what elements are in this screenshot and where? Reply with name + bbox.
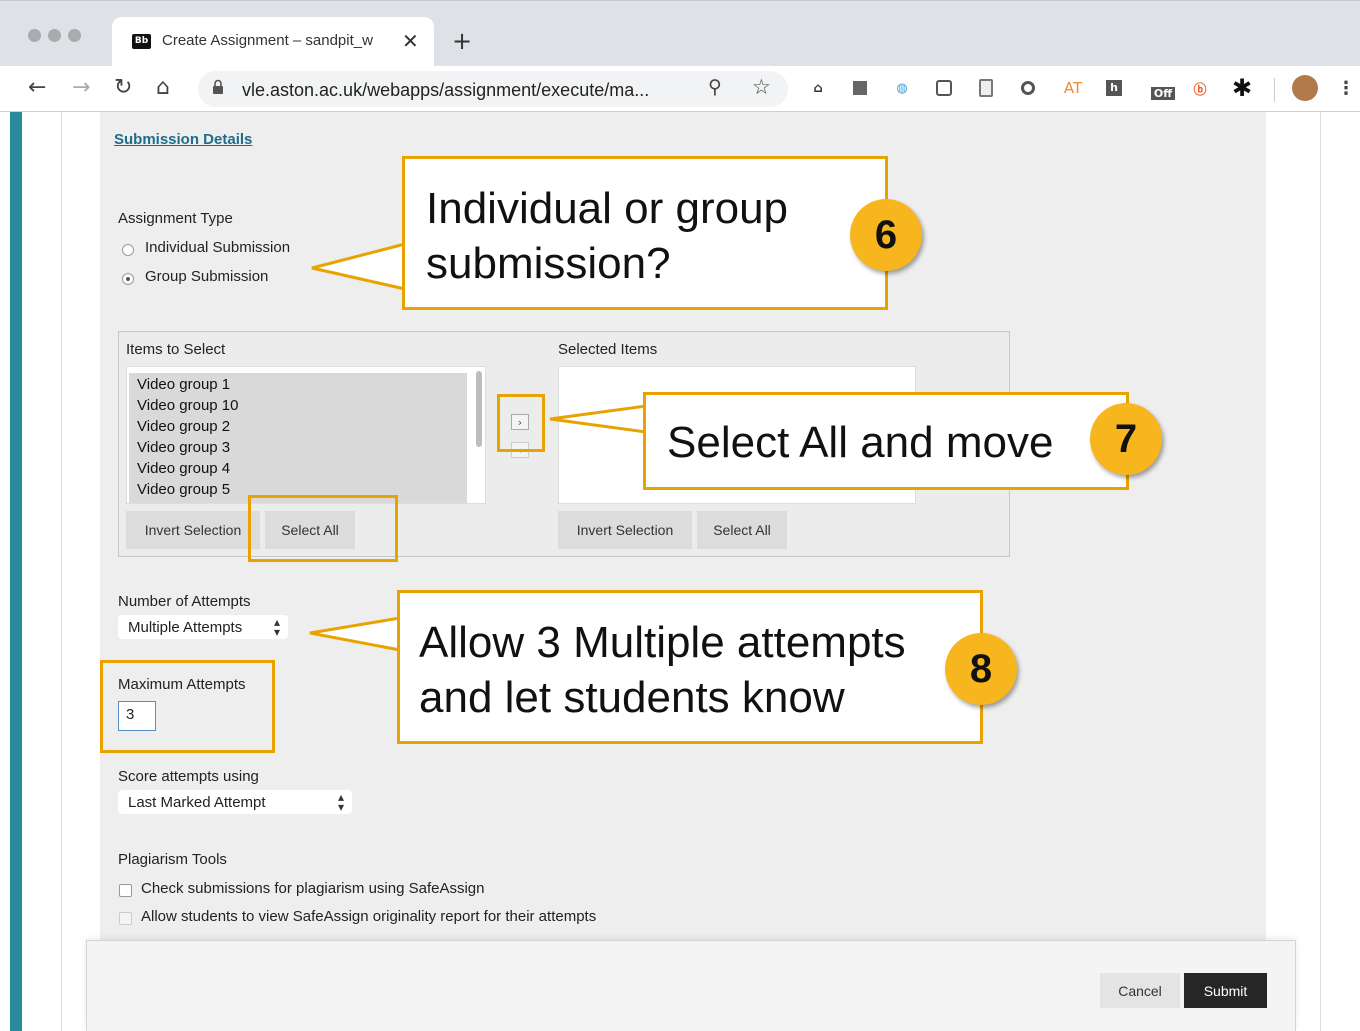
window-maximize-control[interactable] (68, 29, 81, 42)
address-bar[interactable]: vle.aston.ac.uk/webapps/assignment/execu… (198, 71, 788, 107)
callout-select-all: Select All and move (643, 392, 1129, 490)
window-minimize-control[interactable] (48, 29, 61, 42)
safeassign-report-label: Allow students to view SafeAssign origin… (141, 908, 597, 925)
browser-toolbar: ← → ↻ ⌂ vle.aston.ac.uk/webapps/assignme… (0, 66, 1360, 112)
left-margin (22, 112, 62, 1031)
zoom-icon[interactable]: ⚲ (708, 76, 722, 98)
list-item[interactable]: Video group 10 (137, 397, 238, 414)
score-attempts-label: Score attempts using (118, 768, 259, 785)
submission-details-link[interactable]: Submission Details (114, 131, 252, 148)
b-icon[interactable]: ⓑ (1190, 78, 1210, 98)
cancel-button[interactable]: Cancel (1100, 973, 1180, 1008)
back-icon[interactable]: ← (28, 74, 46, 102)
reload-icon[interactable]: ↻ (114, 74, 132, 102)
left-accent-stripe (10, 112, 22, 1031)
group-submission-radio[interactable] (122, 273, 134, 285)
plagiarism-tools-label: Plagiarism Tools (118, 851, 227, 868)
browser-tab[interactable]: Bb Create Assignment – sandpit_w ✕ (112, 17, 434, 67)
assignment-type-label: Assignment Type (118, 210, 233, 227)
circle-icon[interactable] (1018, 78, 1038, 98)
url-text: vle.aston.ac.uk/webapps/assignment/execu… (242, 80, 650, 100)
list-item[interactable]: Video group 2 (137, 418, 230, 435)
step-6-badge: 6 (850, 199, 922, 271)
individual-submission-radio[interactable] (122, 244, 134, 256)
move-button-highlight (497, 394, 545, 452)
right-margin (1320, 112, 1360, 1031)
number-of-attempts-label: Number of Attempts (118, 593, 251, 610)
new-tab-button[interactable]: + (452, 27, 472, 55)
tab-title: Create Assignment – sandpit_w (162, 32, 373, 49)
callout-assignment-type: Individual or group submission? (402, 156, 888, 310)
forward-icon[interactable]: → (72, 74, 90, 102)
list-scrollbar[interactable] (476, 371, 482, 447)
toolbar-divider (1274, 78, 1275, 102)
list-item[interactable]: Video group 4 (137, 460, 230, 477)
callout-8-line-1: Allow 3 Multiple attempts (419, 618, 906, 667)
safeassign-report-checkbox[interactable] (119, 912, 132, 925)
select-caret-icon: ▴ ▾ (337, 790, 344, 814)
callout-7-text: Select All and move (667, 418, 1054, 467)
library-icon[interactable]: ⌂ (808, 78, 828, 98)
step-8-badge: 8 (945, 633, 1017, 705)
select-caret-icon: ▴ ▾ (273, 615, 280, 639)
items-to-select-label: Items to Select (126, 341, 226, 358)
asterisk-icon[interactable]: ✱ (1232, 74, 1252, 102)
invert-selection-right-button[interactable]: Invert Selection (558, 511, 692, 549)
home-icon[interactable]: ⌂ (156, 74, 170, 102)
off-label: Off (1150, 86, 1176, 100)
list-item[interactable]: Video group 5 (137, 481, 230, 498)
h-icon[interactable]: h (1104, 78, 1124, 98)
profile-avatar[interactable] (1292, 75, 1318, 101)
callout-attempts: Allow 3 Multiple attempts and let studen… (397, 590, 983, 744)
list-item[interactable]: Video group 1 (137, 376, 230, 393)
selected-items-label: Selected Items (558, 341, 658, 358)
blackboard-favicon-icon: Bb (132, 34, 151, 49)
at-icon[interactable]: AT (1060, 78, 1086, 98)
invert-selection-left-button[interactable]: Invert Selection (126, 511, 260, 549)
tab-close-icon[interactable]: ✕ (402, 29, 419, 53)
score-attempts-select[interactable]: Last Marked Attempt ▴ ▾ (118, 790, 352, 814)
safeassign-check-label: Check submissions for plagiarism using S… (141, 880, 485, 897)
number-of-attempts-value: Multiple Attempts (128, 618, 243, 636)
page-icon[interactable] (976, 78, 996, 98)
browser-tab-bar: Bb Create Assignment – sandpit_w ✕ + (0, 0, 1360, 67)
submit-button[interactable]: Submit (1184, 973, 1267, 1008)
individual-submission-label: Individual Submission (145, 239, 291, 256)
callout-8-line-2: and let students know (419, 673, 845, 722)
window-close-control[interactable] (28, 29, 41, 42)
select-all-highlight (248, 495, 398, 562)
items-to-select-list[interactable]: Video group 1 Video group 10 Video group… (126, 366, 486, 504)
menu-dots-icon[interactable]: ⋮ (1336, 78, 1356, 99)
step-7-badge: 7 (1090, 403, 1162, 475)
select-all-right-button[interactable]: Select All (697, 511, 787, 549)
off-icon[interactable]: Off (1148, 78, 1178, 100)
globe-icon[interactable]: ◍ (892, 78, 912, 98)
safeassign-check-checkbox[interactable] (119, 884, 132, 897)
number-of-attempts-select[interactable]: Multiple Attempts ▴ ▾ (118, 615, 288, 639)
list-item[interactable]: Video group 3 (137, 439, 230, 456)
callout-6-line-2: submission? (426, 239, 671, 288)
group-submission-label: Group Submission (145, 268, 269, 285)
lock-icon (213, 79, 223, 94)
lightbulb-icon[interactable] (934, 78, 954, 98)
callout-6-line-1: Individual or group (426, 184, 789, 233)
score-attempts-value: Last Marked Attempt (128, 793, 266, 811)
flag-icon[interactable] (850, 78, 870, 98)
maximum-attempts-highlight (100, 660, 275, 753)
bookmark-star-icon[interactable]: ☆ (752, 75, 771, 99)
